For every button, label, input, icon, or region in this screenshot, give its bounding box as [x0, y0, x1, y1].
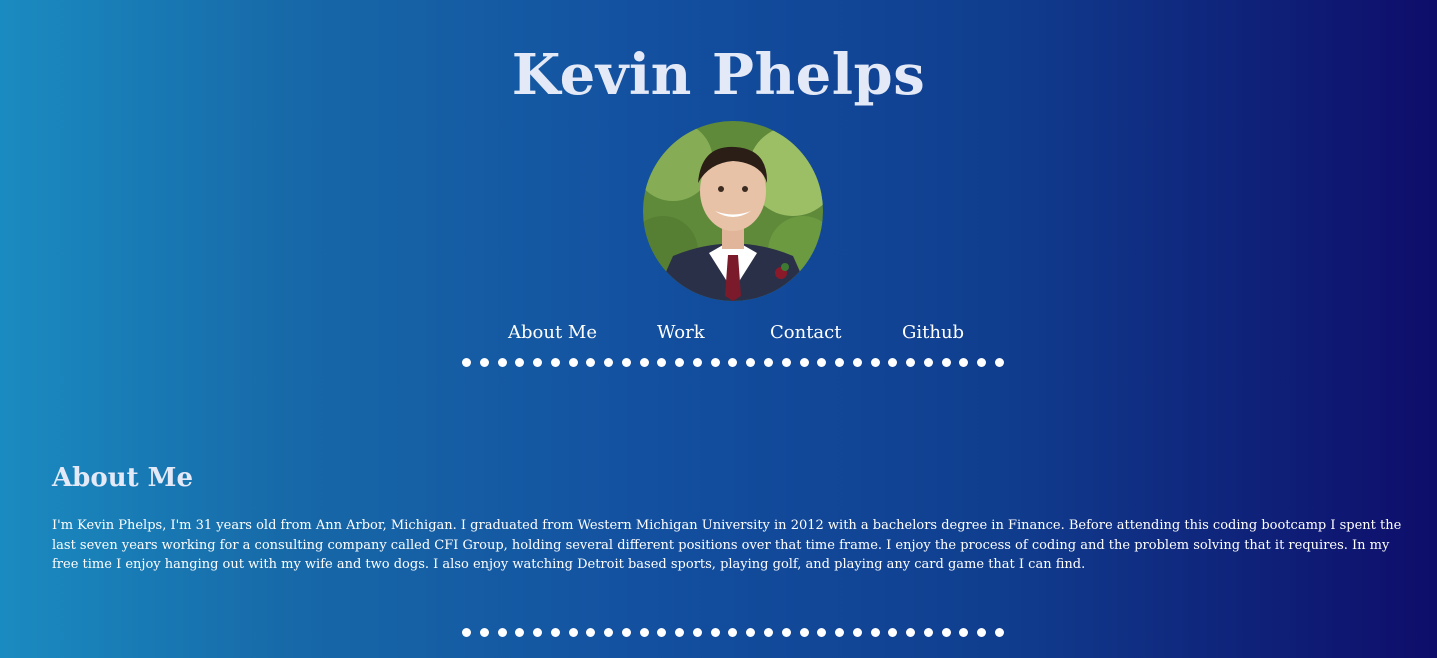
divider-dot: [639, 358, 649, 367]
divider-dot: [657, 358, 667, 367]
divider-dot: [959, 358, 969, 367]
divider-dot: [657, 628, 667, 637]
divider-dot: [835, 358, 845, 367]
divider-dot: [888, 628, 898, 637]
divider-dot: [941, 628, 951, 637]
divider-dot: [568, 628, 578, 637]
divider-dot: [746, 628, 756, 637]
divider-dot: [994, 628, 1004, 637]
divider-dot: [621, 358, 631, 367]
divider-dot: [852, 358, 862, 367]
divider-dot: [781, 358, 791, 367]
nav-link-about-me[interactable]: About Me: [508, 320, 597, 346]
divider-dot: [604, 628, 614, 637]
divider-dot: [817, 358, 827, 367]
divider-dot: [550, 628, 560, 637]
divider-dot: [817, 628, 827, 637]
nav-link-github[interactable]: Github: [902, 320, 964, 346]
divider-dot: [515, 628, 525, 637]
divider-dot: [959, 628, 969, 637]
divider-dot: [586, 358, 596, 367]
nav-link-contact[interactable]: Contact: [770, 320, 841, 346]
divider-dot: [639, 628, 649, 637]
divider-dot: [764, 628, 774, 637]
divider-dot: [515, 358, 525, 367]
divider-dot: [799, 358, 809, 367]
divider-dot: [621, 628, 631, 637]
page-title: Kevin Phelps: [511, 42, 926, 108]
divider-dot: [479, 628, 489, 637]
divider-dot: [692, 628, 702, 637]
divider-dot: [533, 628, 543, 637]
main-nav: About Me Work Contact Github: [0, 320, 1437, 346]
divider-dot: [462, 628, 471, 637]
dotted-divider-bottom: [462, 628, 1004, 638]
divider-dot: [799, 628, 809, 637]
divider-dot: [994, 358, 1004, 367]
divider-dot: [728, 628, 738, 637]
divider-dot: [977, 628, 987, 637]
divider-dot: [462, 358, 471, 367]
avatar: [643, 121, 823, 301]
divider-dot: [497, 628, 507, 637]
divider-dot: [710, 628, 720, 637]
divider-dot: [852, 628, 862, 637]
divider-dot: [497, 358, 507, 367]
divider-dot: [675, 358, 685, 367]
divider-dot: [888, 358, 898, 367]
about-section-title: About Me: [52, 463, 193, 493]
divider-dot: [781, 628, 791, 637]
divider-dot: [604, 358, 614, 367]
dotted-divider-top: [462, 358, 1004, 368]
divider-dot: [675, 628, 685, 637]
divider-dot: [923, 358, 933, 367]
about-paragraph: I'm Kevin Phelps, I'm 31 years old from …: [52, 518, 1402, 572]
divider-dot: [977, 358, 987, 367]
divider-dot: [550, 358, 560, 367]
divider-dot: [941, 358, 951, 367]
divider-dot: [906, 628, 916, 637]
divider-dot: [923, 628, 933, 637]
profile-photo: [643, 121, 823, 301]
divider-dot: [479, 358, 489, 367]
divider-dot: [586, 628, 596, 637]
divider-dot: [728, 358, 738, 367]
divider-dot: [568, 358, 578, 367]
divider-dot: [835, 628, 845, 637]
divider-dot: [870, 628, 880, 637]
divider-dot: [906, 358, 916, 367]
divider-dot: [533, 358, 543, 367]
divider-dot: [764, 358, 774, 367]
divider-dot: [746, 358, 756, 367]
divider-dot: [870, 358, 880, 367]
divider-dot: [692, 358, 702, 367]
nav-link-work[interactable]: Work: [657, 320, 705, 346]
divider-dot: [710, 358, 720, 367]
